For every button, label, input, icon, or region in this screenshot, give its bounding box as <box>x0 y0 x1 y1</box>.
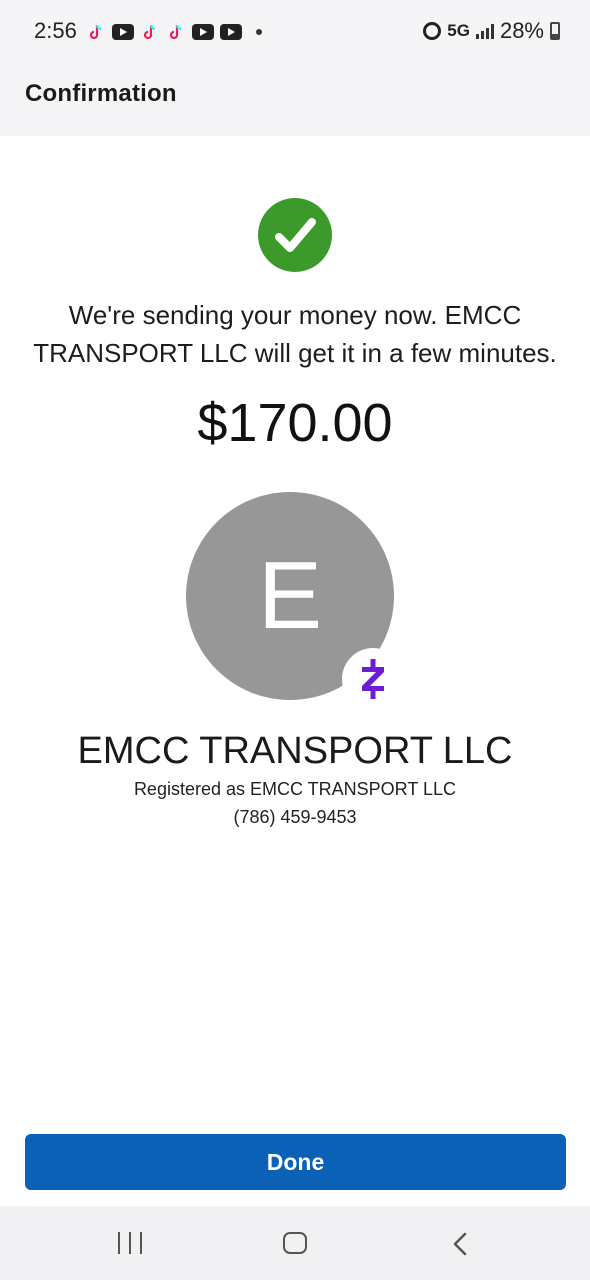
amount: $170.00 <box>197 393 393 453</box>
system-nav-bar <box>0 1206 590 1280</box>
battery-percent: 28% <box>499 18 544 43</box>
more-notifications-dot <box>256 29 262 35</box>
battery-icon <box>550 22 560 40</box>
zelle-badge <box>342 648 404 710</box>
alarm-icon <box>423 22 442 40</box>
status-bar: 2:56 5G 28% <box>0 0 590 62</box>
signal-icon <box>475 23 494 39</box>
done-button[interactable]: Done <box>25 1134 566 1190</box>
status-time: 2:56 <box>34 18 77 43</box>
page-title: Confirmation <box>25 80 177 107</box>
back-button[interactable] <box>452 1232 468 1256</box>
status-right: 5G 28% <box>423 18 560 44</box>
success-check-icon <box>258 198 332 272</box>
tiktok-icon <box>89 24 102 40</box>
recipient-phone: (786) 459-9453 <box>233 807 357 827</box>
tiktok-icon <box>143 24 156 40</box>
network-label: 5G <box>447 21 470 40</box>
home-button[interactable] <box>283 1232 307 1254</box>
youtube-icon <box>112 24 134 40</box>
confirmation-message: We're sending your money now. EMCC TRANS… <box>33 300 557 368</box>
youtube-icon <box>220 24 242 40</box>
recipient-name: EMCC TRANSPORT LLC <box>77 730 513 772</box>
avatar-initial: E <box>257 542 323 649</box>
tiktok-icon <box>169 24 182 40</box>
youtube-icon <box>192 24 214 40</box>
notification-icons <box>86 22 262 42</box>
app-header: Confirmation <box>0 62 590 136</box>
registered-as: Registered as EMCC TRANSPORT LLC <box>133 779 457 799</box>
zelle-icon <box>362 659 384 699</box>
recent-apps-button[interactable] <box>118 1232 142 1254</box>
